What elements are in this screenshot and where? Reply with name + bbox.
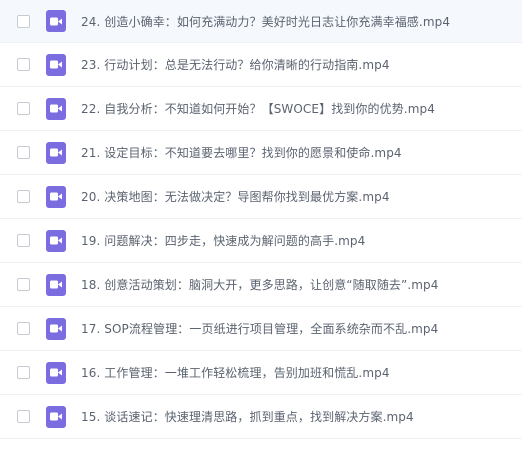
file-name[interactable]: 18. 创意活动策划：脑洞大开，更多思路，让创意“随取随去”.mp4 [81, 276, 439, 293]
video-file-icon [46, 53, 66, 76]
row-checkbox[interactable] [17, 58, 30, 71]
video-file-icon [46, 405, 66, 428]
file-name[interactable]: 16. 工作管理：一堆工作轻松梳理，告别加班和慌乱.mp4 [81, 364, 390, 381]
video-file-icon [46, 10, 66, 32]
file-row[interactable]: 19. 问题解决：四步走，快速成为解问题的高手.mp4 [0, 219, 522, 263]
video-file-icon [46, 97, 66, 120]
row-checkbox[interactable] [17, 322, 30, 335]
video-file-icon [46, 317, 66, 340]
file-name[interactable]: 17. SOP流程管理：一页纸进行项目管理，全面系统杂而不乱.mp4 [81, 320, 438, 337]
video-file-icon [46, 273, 66, 296]
row-checkbox[interactable] [17, 234, 30, 247]
file-name[interactable]: 23. 行动计划：总是无法行动？给你清晰的行动指南.mp4 [81, 56, 390, 73]
file-row[interactable]: 23. 行动计划：总是无法行动？给你清晰的行动指南.mp4 [0, 43, 522, 87]
video-file-icon [46, 361, 66, 384]
file-name[interactable]: 15. 谈话速记：快速理清思路，抓到重点，找到解决方案.mp4 [81, 408, 414, 425]
file-list: 24. 创造小确幸：如何充满动力？美好时光日志让你充满幸福感.mp4 23. 行… [0, 0, 522, 453]
row-checkbox[interactable] [17, 102, 30, 115]
row-checkbox[interactable] [17, 410, 30, 423]
file-name[interactable]: 24. 创造小确幸：如何充满动力？美好时光日志让你充满幸福感.mp4 [81, 13, 450, 30]
file-row[interactable]: 15. 谈话速记：快速理清思路，抓到重点，找到解决方案.mp4 [0, 395, 522, 439]
video-file-icon [46, 185, 66, 208]
row-checkbox[interactable] [17, 146, 30, 159]
row-checkbox[interactable] [17, 190, 30, 203]
row-checkbox[interactable] [17, 366, 30, 379]
file-name[interactable]: 19. 问题解决：四步走，快速成为解问题的高手.mp4 [81, 232, 365, 249]
file-row[interactable]: 17. SOP流程管理：一页纸进行项目管理，全面系统杂而不乱.mp4 [0, 307, 522, 351]
file-row[interactable]: 21. 设定目标：不知道要去哪里？找到你的愿景和使命.mp4 [0, 131, 522, 175]
file-name[interactable]: 21. 设定目标：不知道要去哪里？找到你的愿景和使命.mp4 [81, 144, 402, 161]
file-row[interactable]: 16. 工作管理：一堆工作轻松梳理，告别加班和慌乱.mp4 [0, 351, 522, 395]
file-row[interactable]: 18. 创意活动策划：脑洞大开，更多思路，让创意“随取随去”.mp4 [0, 263, 522, 307]
file-name[interactable]: 20. 决策地图：无法做决定？导图帮你找到最优方案.mp4 [81, 188, 390, 205]
video-file-icon [46, 141, 66, 164]
file-row[interactable]: 20. 决策地图：无法做决定？导图帮你找到最优方案.mp4 [0, 175, 522, 219]
file-row[interactable]: 22. 自我分析：不知道如何开始？【SWOCE】找到你的优势.mp4 [0, 87, 522, 131]
row-checkbox[interactable] [17, 278, 30, 291]
file-row[interactable]: 24. 创造小确幸：如何充满动力？美好时光日志让你充满幸福感.mp4 [0, 0, 522, 43]
row-checkbox[interactable] [17, 14, 30, 28]
video-file-icon [46, 229, 66, 252]
file-name[interactable]: 22. 自我分析：不知道如何开始？【SWOCE】找到你的优势.mp4 [81, 100, 435, 117]
